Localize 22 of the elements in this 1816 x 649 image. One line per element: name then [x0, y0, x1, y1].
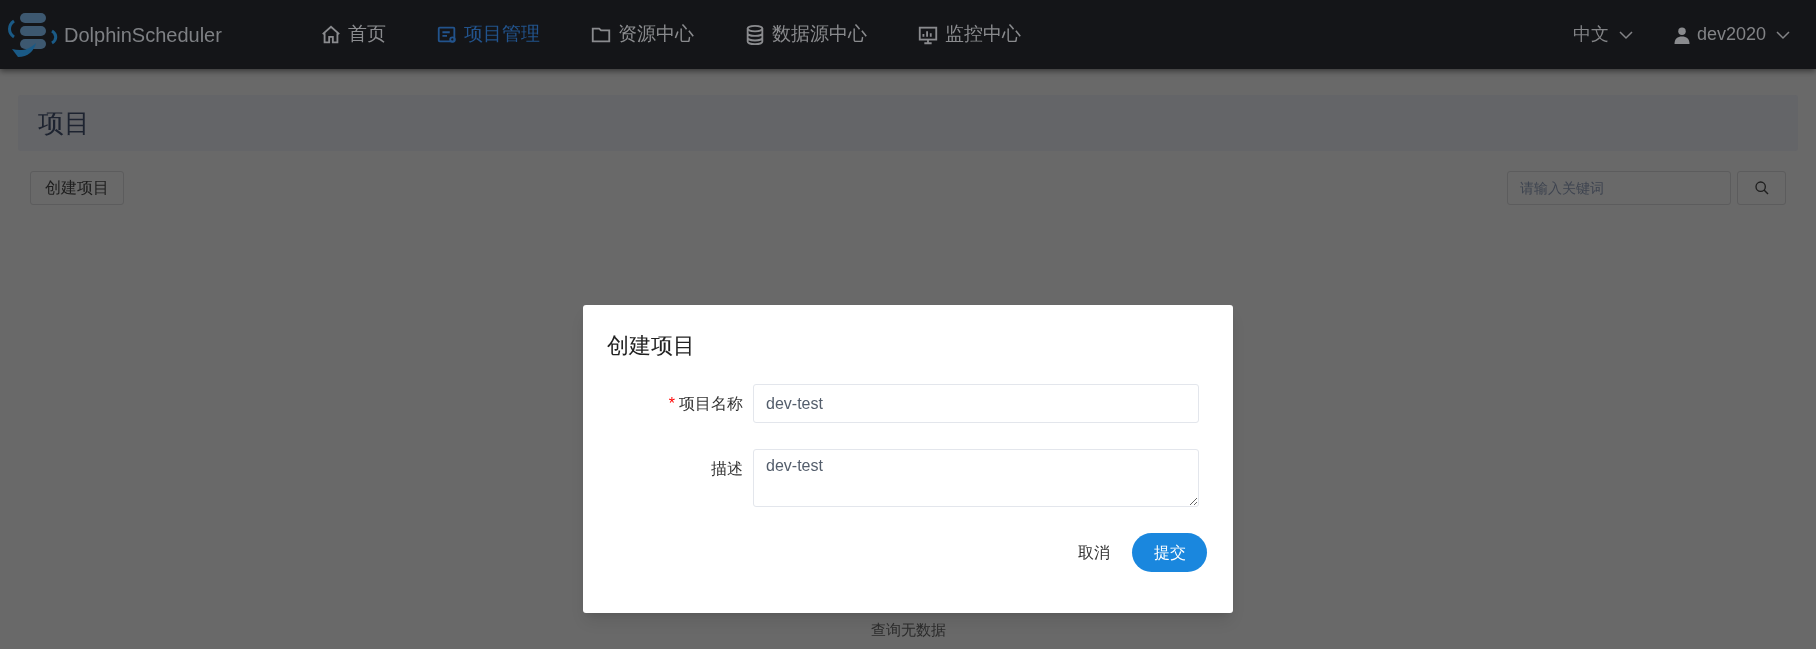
submit-button[interactable]: 提交 — [1132, 533, 1207, 572]
nav-link[interactable]: 首页 — [319, 20, 386, 49]
required-mark: * — [668, 394, 675, 414]
home-icon — [319, 23, 342, 46]
nav-link[interactable]: 数据源中心 — [743, 20, 867, 49]
language-dropdown[interactable]: 中文 — [1572, 21, 1635, 48]
cancel-button[interactable]: 取消 — [1078, 540, 1110, 565]
page-title: 项目 — [38, 106, 90, 140]
description-textarea[interactable]: dev-test — [753, 449, 1199, 507]
dialog-title: 创建项目 — [607, 332, 696, 360]
brand-name: DolphinScheduler — [64, 22, 222, 48]
user-menu[interactable]: dev2020 — [1672, 21, 1792, 48]
field-label: 项目名称 — [679, 394, 743, 414]
field-label: 描述 — [711, 459, 743, 479]
user-icon — [1672, 25, 1691, 44]
project-name-input[interactable]: dev-test — [753, 384, 1199, 423]
search-button[interactable] — [1737, 171, 1786, 205]
create-project-button[interactable]: 创建项目 — [30, 171, 124, 205]
nav-link[interactable]: 监控中心 — [916, 20, 1021, 49]
empty-state-text: 查询无数据 — [870, 620, 946, 640]
search-icon — [1753, 180, 1770, 196]
nav-link[interactable]: 资源中心 — [589, 20, 694, 49]
